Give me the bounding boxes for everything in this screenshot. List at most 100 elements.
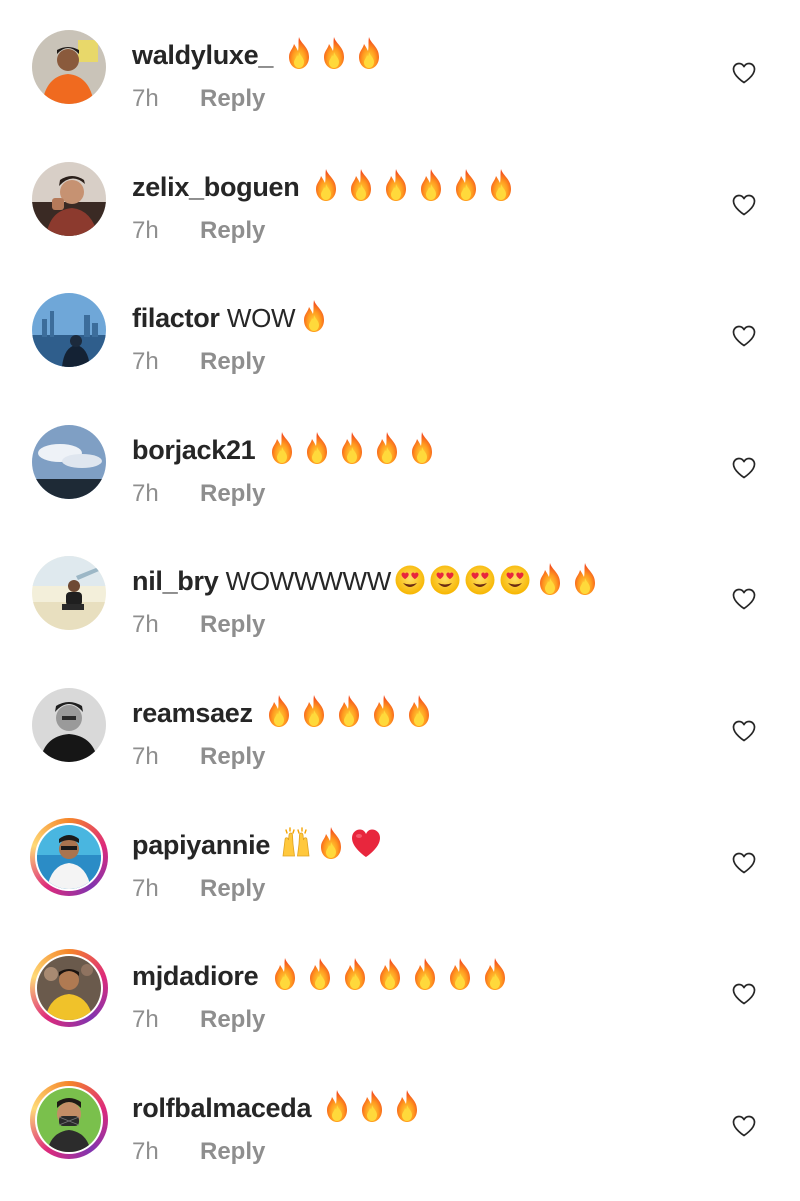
avatar[interactable] bbox=[37, 956, 101, 1021]
comment-timestamp: 7h bbox=[132, 611, 159, 639]
fire-emoji-icon bbox=[338, 695, 359, 727]
reply-button[interactable]: Reply bbox=[200, 875, 265, 902]
avatar[interactable] bbox=[37, 824, 101, 889]
reply-button[interactable]: Reply bbox=[200, 85, 265, 112]
comment-item: reamsaez 7h Reply bbox=[0, 686, 800, 806]
like-heart-icon[interactable] bbox=[732, 457, 756, 479]
comment-body: rolfbalmaceda bbox=[132, 1089, 423, 1126]
fire-emoji-icon bbox=[344, 958, 365, 991]
comment-meta: 7h Reply bbox=[132, 216, 265, 246]
fire-emoji-icon bbox=[268, 695, 289, 727]
fire-emoji-icon bbox=[420, 168, 441, 201]
fire-emoji-icon bbox=[379, 958, 400, 991]
like-heart-icon[interactable] bbox=[732, 1115, 756, 1137]
raising-hands-emoji-icon bbox=[282, 826, 310, 856]
fire-emoji-icon bbox=[376, 431, 397, 464]
reply-button[interactable]: Reply bbox=[200, 743, 265, 770]
comment-text: WOWWWWW bbox=[225, 566, 392, 597]
comment-meta: 7h Reply bbox=[132, 742, 265, 772]
comment-meta: 7h Reply bbox=[132, 347, 265, 377]
avatar-container[interactable] bbox=[30, 686, 108, 764]
avatar-story-ring[interactable] bbox=[30, 949, 108, 1028]
reply-button[interactable]: Reply bbox=[200, 1006, 265, 1033]
like-heart-icon[interactable] bbox=[732, 194, 756, 216]
comment-item: borjack21 7h Reply bbox=[0, 423, 800, 543]
comment-meta: 7h Reply bbox=[132, 1005, 265, 1035]
reply-button[interactable]: Reply bbox=[200, 348, 265, 375]
comment-timestamp: 7h bbox=[132, 479, 159, 507]
comment-timestamp: 7h bbox=[132, 1006, 159, 1034]
comment-username[interactable]: papiyannie bbox=[132, 830, 270, 860]
comment-username[interactable]: zelix_boguen bbox=[132, 172, 300, 202]
fire-emoji-icon bbox=[385, 168, 406, 201]
avatar-container[interactable] bbox=[30, 28, 108, 106]
like-heart-icon[interactable] bbox=[732, 983, 756, 1005]
heart-eyes-emoji-icon bbox=[465, 565, 495, 595]
fire-emoji-icon bbox=[540, 563, 561, 596]
heart-eyes-emoji-icon bbox=[500, 565, 530, 595]
fire-emoji-icon bbox=[411, 431, 432, 464]
comment-list: waldyluxe_ 7h Reply zelix_boguen 7h Reply fi… bbox=[0, 0, 800, 1187]
avatar[interactable] bbox=[32, 556, 106, 631]
comment-username[interactable]: waldyluxe_ bbox=[132, 40, 273, 70]
fire-emoji-icon bbox=[306, 431, 327, 464]
fire-emoji-icon bbox=[271, 431, 292, 464]
comment-body: waldyluxe_ bbox=[132, 36, 385, 73]
fire-emoji-icon bbox=[373, 695, 394, 727]
avatar-container[interactable] bbox=[30, 160, 108, 238]
avatar[interactable] bbox=[32, 161, 106, 236]
fire-emoji-icon bbox=[408, 695, 429, 727]
avatar[interactable] bbox=[32, 424, 106, 499]
comment-text: WOW bbox=[226, 303, 296, 334]
comment-item: waldyluxe_ 7h Reply bbox=[0, 28, 800, 148]
fire-emoji-icon bbox=[304, 300, 325, 333]
comment-item: papiyannie 7h Reply bbox=[0, 817, 800, 938]
comment-item: zelix_boguen 7h Reply bbox=[0, 160, 800, 280]
fire-emoji-icon bbox=[274, 958, 295, 991]
fire-emoji-icon bbox=[327, 1089, 348, 1122]
comment-username[interactable]: mjdadiore bbox=[132, 961, 259, 991]
like-heart-icon[interactable] bbox=[732, 720, 756, 742]
comment-meta: 7h Reply bbox=[132, 874, 265, 904]
reply-button[interactable]: Reply bbox=[200, 611, 265, 638]
comment-username[interactable]: filactor bbox=[132, 303, 220, 333]
fire-emoji-icon bbox=[315, 168, 336, 201]
avatar-story-ring[interactable] bbox=[30, 817, 108, 896]
avatar-container[interactable] bbox=[30, 291, 108, 369]
red-heart-emoji-icon bbox=[352, 829, 381, 857]
comment-body: mjdadiore bbox=[132, 957, 511, 994]
avatar-container[interactable] bbox=[30, 554, 108, 632]
comment-username[interactable]: nil_bry bbox=[132, 566, 219, 596]
comment-username[interactable]: rolfbalmaceda bbox=[132, 1093, 311, 1123]
avatar[interactable] bbox=[32, 30, 106, 104]
fire-emoji-icon bbox=[341, 431, 362, 464]
fire-emoji-icon bbox=[455, 168, 476, 201]
fire-emoji-icon bbox=[575, 563, 596, 596]
comment-item: nil_bry WOWWWWW 7h Reply bbox=[0, 554, 800, 674]
reply-button[interactable]: Reply bbox=[200, 1138, 265, 1165]
heart-eyes-emoji-icon bbox=[395, 565, 425, 595]
comment-item: filactor WOW 7h Reply bbox=[0, 291, 800, 411]
comment-username[interactable]: borjack21 bbox=[132, 435, 256, 465]
like-heart-icon[interactable] bbox=[732, 325, 756, 347]
comment-body: reamsaez bbox=[132, 694, 435, 731]
reply-button[interactable]: Reply bbox=[200, 217, 265, 244]
fire-emoji-icon bbox=[321, 826, 342, 859]
avatar[interactable] bbox=[32, 688, 106, 762]
comment-username[interactable]: reamsaez bbox=[132, 698, 253, 728]
comment-body: filactor WOW bbox=[132, 299, 330, 336]
like-heart-icon[interactable] bbox=[732, 588, 756, 610]
fire-emoji-icon bbox=[303, 695, 324, 727]
like-heart-icon[interactable] bbox=[732, 62, 756, 84]
avatar[interactable] bbox=[32, 293, 106, 368]
fire-emoji-icon bbox=[350, 168, 371, 201]
comment-body: borjack21 bbox=[132, 431, 438, 468]
heart-eyes-emoji-icon bbox=[430, 565, 460, 595]
avatar[interactable] bbox=[37, 1087, 101, 1152]
reply-button[interactable]: Reply bbox=[200, 480, 265, 507]
comment-item: mjdadiore 7h Reply bbox=[0, 949, 800, 1069]
like-heart-icon[interactable] bbox=[732, 852, 756, 874]
comment-meta: 7h Reply bbox=[132, 84, 265, 114]
avatar-container[interactable] bbox=[30, 423, 108, 501]
avatar-story-ring[interactable] bbox=[30, 1080, 108, 1159]
